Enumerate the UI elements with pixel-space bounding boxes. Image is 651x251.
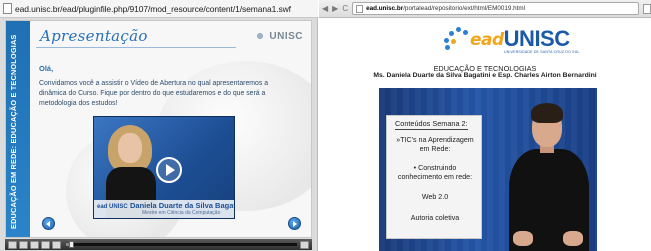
intro-video[interactable]: ead UNISC Daniela Duarte da Silva Bagati… <box>93 116 235 219</box>
screenshot-composite: ead.unisc.br/ead/pluginfile.php/9107/mod… <box>0 0 651 251</box>
step-forward-button[interactable] <box>41 240 50 249</box>
previous-slide-button[interactable] <box>42 217 55 230</box>
next-slide-button[interactable] <box>288 217 301 230</box>
step-back-button[interactable] <box>30 240 39 249</box>
card-title: Conteúdos Semana 2: <box>395 119 468 130</box>
logo-dots-icon <box>444 26 470 50</box>
seek-bar[interactable] <box>66 241 297 248</box>
right-toolbar: ◀ ▶ C ead.unisc.br/portalead/repositorio… <box>319 0 651 18</box>
content-card: Conteúdos Semana 2: »TIC's na Aprendizag… <box>386 115 482 239</box>
page-icon <box>356 4 364 13</box>
reload-icon[interactable]: C <box>342 4 348 13</box>
card-line: Web 2.0 <box>421 193 449 201</box>
url-domain: ead.unisc.br <box>366 5 404 12</box>
play-button[interactable] <box>156 157 182 183</box>
title-divider <box>36 47 236 48</box>
unisc-logo: UNISC <box>253 29 303 43</box>
left-url-text[interactable]: ead.unisc.br/ead/pluginfile.php/9107/mod… <box>15 4 291 14</box>
side-label: EDUCAÇÃO EM REDE: EDUCAÇÃO E TECNOLOGIAS <box>9 34 18 229</box>
ead-unisc-logo: ead UNISC UNIVERSIDADE DE SANTA CRUZ DO … <box>444 26 579 54</box>
flash-player-controls <box>5 239 312 250</box>
seek-handle[interactable] <box>68 241 74 248</box>
back-icon[interactable]: ◀ <box>322 4 328 13</box>
card-line: »TIC's na Aprendizagem <box>396 136 474 144</box>
week2-video[interactable]: Conteúdos Semana 2: »TIC's na Aprendizag… <box>379 88 597 251</box>
play-icon <box>166 164 175 176</box>
caption-subtitle: Mestre em Ciência da Computação <box>142 210 221 216</box>
left-browser-window: ead.unisc.br/ead/pluginfile.php/9107/mod… <box>0 0 318 251</box>
page-icon <box>3 3 12 14</box>
greeting: Olá, <box>39 64 54 73</box>
logo-text: UNISC <box>269 30 303 42</box>
side-band: EDUCAÇÃO EM REDE: EDUCAÇÃO E TECNOLOGIAS <box>6 21 30 237</box>
caption-name: Daniela Duarte da Silva Bagatini <box>130 201 235 210</box>
presenter-image <box>509 103 589 251</box>
intro-paragraph: Convidamos você a assistir o Vídeo de Ab… <box>39 80 269 107</box>
logo-tagline: UNIVERSIDADE DE SANTA CRUZ DO SUL <box>504 50 580 54</box>
course-authors: Ms. Daniela Duarte da Silva Bagatini e E… <box>373 72 597 79</box>
left-address-bar[interactable]: ead.unisc.br/ead/pluginfile.php/9107/mod… <box>0 0 318 18</box>
volume-icon[interactable] <box>300 240 309 249</box>
right-address-bar[interactable]: ead.unisc.br/portalead/repositorio/ext/h… <box>352 2 640 15</box>
rewind-button[interactable] <box>8 240 17 249</box>
card-line: • Construindo <box>413 164 457 172</box>
forward-icon[interactable]: ▶ <box>332 4 338 13</box>
logo-dots-icon <box>253 29 268 43</box>
course-slide: EDUCAÇÃO EM REDE: EDUCAÇÃO E TECNOLOGIAS… <box>5 20 312 238</box>
right-url-text[interactable]: ead.unisc.br/portalead/repositorio/ext/h… <box>366 5 525 12</box>
right-browser-window: ◀ ▶ C ead.unisc.br/portalead/repositorio… <box>319 0 651 251</box>
url-path: /portalead/repositorio/ext/html/EM0019.h… <box>403 5 525 12</box>
video-caption: ead UNISC Daniela Duarte da Silva Bagati… <box>94 200 235 218</box>
card-line: Autoria coletiva <box>410 214 460 222</box>
logo-unisc-text: UNISC <box>503 26 570 51</box>
caption-logo: ead UNISC <box>97 204 128 210</box>
page-menu-icon[interactable] <box>643 3 651 14</box>
slide-title: Apresentação <box>40 27 148 45</box>
play-pause-button[interactable] <box>19 240 28 249</box>
arrow-right-icon <box>293 220 297 227</box>
arrow-left-icon <box>46 220 50 227</box>
stop-button[interactable] <box>52 240 61 249</box>
card-line: em Rede: <box>419 145 451 153</box>
logo-ead-text: ead <box>470 30 504 50</box>
card-line: conhecimento em rede: <box>397 173 473 181</box>
